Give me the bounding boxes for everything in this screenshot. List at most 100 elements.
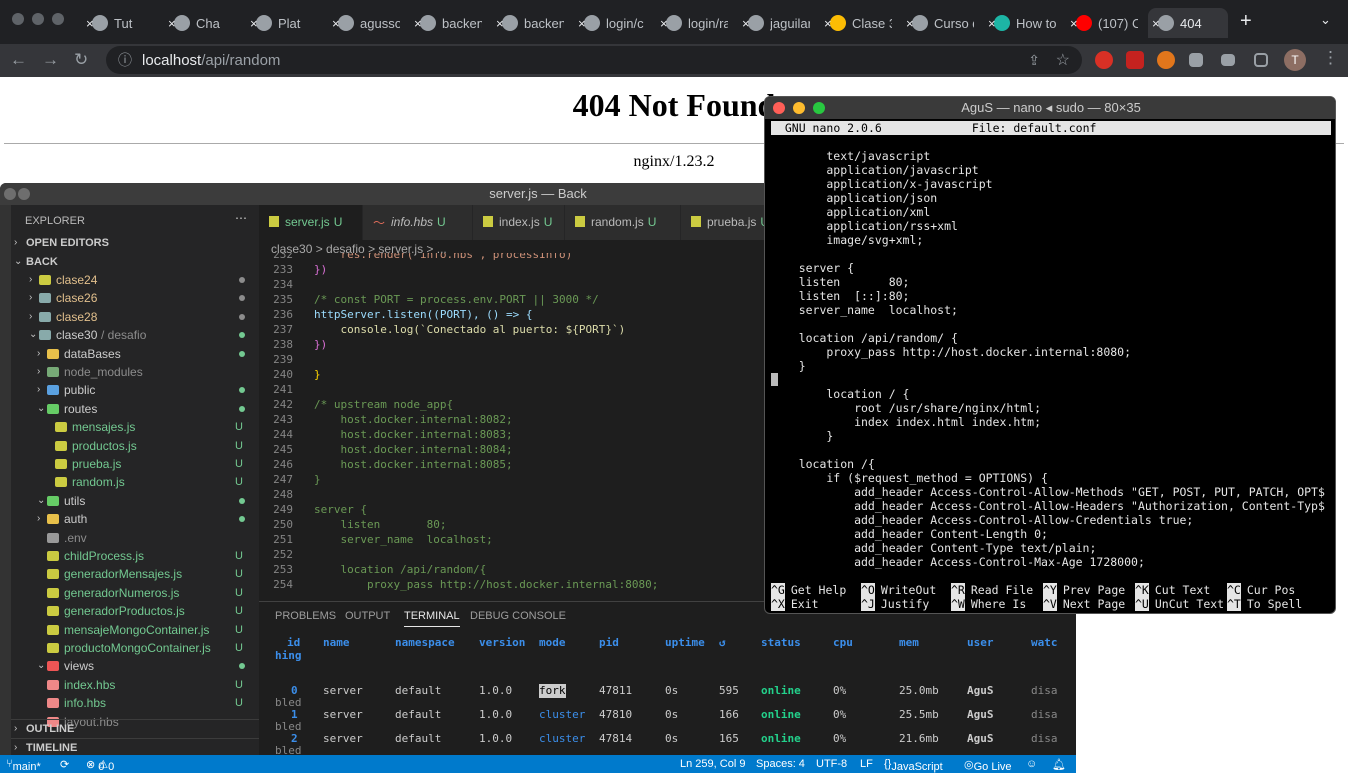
tab-close-icon[interactable]: × <box>1070 16 1078 31</box>
browser-tab[interactable]: (107) C × <box>1066 8 1146 38</box>
tab-close-icon[interactable]: × <box>86 16 94 31</box>
back-icon[interactable]: ← <box>10 50 27 70</box>
explorer-item[interactable]: random.js U <box>11 473 259 491</box>
branch-status[interactable]: ⑂ main* <box>6 758 41 773</box>
explorer-item[interactable]: .env <box>11 529 259 547</box>
browser-tab[interactable]: backen × <box>410 8 490 38</box>
editor-tab[interactable]: 〜 info.hbs U <box>363 205 473 240</box>
explorer-item[interactable]: › node_modules <box>11 363 259 381</box>
extension-play-icon[interactable] <box>1126 51 1144 69</box>
explorer-item[interactable]: mensajeMongoContainer.js U <box>11 621 259 639</box>
explorer-more-icon[interactable]: ⋯ <box>235 211 247 225</box>
open-editors-section[interactable]: › OPEN EDITORS <box>11 234 259 252</box>
browser-tab[interactable]: agusso × <box>328 8 408 38</box>
tab-close-icon[interactable]: × <box>824 16 832 31</box>
editor-tab[interactable]: server.js U <box>259 205 363 240</box>
eol-status[interactable]: LF <box>860 758 873 770</box>
profile-avatar[interactable]: T <box>1284 49 1306 71</box>
explorer-item[interactable]: generadorMensajes.js U <box>11 565 259 583</box>
tab-close-icon[interactable]: × <box>1152 16 1160 31</box>
panel-tab[interactable]: TERMINAL <box>404 610 460 627</box>
tab-search-icon[interactable]: ⌄ <box>1320 12 1331 28</box>
explorer-item[interactable]: › auth <box>11 510 259 528</box>
sync-icon[interactable]: ⟳ <box>60 758 69 771</box>
explorer-item[interactable]: index.hbs U <box>11 676 259 694</box>
metamask-icon[interactable] <box>1157 51 1175 69</box>
editor-tab[interactable]: index.js U <box>473 205 565 240</box>
terminal-close-button[interactable] <box>773 102 785 114</box>
browser-tab[interactable]: Tut × <box>82 8 162 38</box>
explorer-item[interactable]: › clase28 <box>11 308 259 326</box>
panel-tab[interactable]: DEBUG CONSOLE <box>470 610 566 622</box>
tab-close-icon[interactable]: × <box>168 16 176 31</box>
panel-tab[interactable]: OUTPUT <box>345 610 390 622</box>
extensions-puzzle-icon[interactable] <box>1189 53 1203 67</box>
extension-red-icon[interactable] <box>1095 51 1113 69</box>
browser-tab[interactable]: Cha × <box>164 8 244 38</box>
explorer-item[interactable]: productoMongoContainer.js U <box>11 639 259 657</box>
explorer-item[interactable]: childProcess.js U <box>11 547 259 565</box>
terminal-minimize-button[interactable] <box>793 102 805 114</box>
browser-tab[interactable]: 404 × <box>1148 8 1228 38</box>
browser-tab[interactable]: Plat × <box>246 8 326 38</box>
explorer-item[interactable]: prueba.js U <box>11 455 259 473</box>
explorer-item[interactable]: › clase26 <box>11 289 259 307</box>
explorer-item[interactable]: ⌄ utils <box>11 492 259 510</box>
site-info-icon[interactable]: ⓘ <box>118 50 132 70</box>
editor-tab[interactable]: random.js U <box>565 205 681 240</box>
language-mode[interactable]: {} JavaScript <box>884 758 943 773</box>
explorer-item[interactable]: ⌄ clase30/ desafio <box>11 326 259 344</box>
bookmark-star-icon[interactable]: ☆ <box>1056 50 1070 70</box>
tab-close-icon[interactable]: × <box>988 16 996 31</box>
explorer-item[interactable]: ⌄ routes <box>11 400 259 418</box>
feedback-icon[interactable]: ☺ <box>1026 758 1037 770</box>
cursor-position[interactable]: Ln 259, Col 9 <box>680 758 745 770</box>
explorer-item[interactable]: productos.js U <box>11 437 259 455</box>
notifications-bell-icon[interactable]: 🔔︎ <box>1052 758 1066 771</box>
browser-tab[interactable]: Curso d × <box>902 8 982 38</box>
reading-list-icon[interactable] <box>1221 54 1235 66</box>
browser-tab[interactable]: jaguilar × <box>738 8 818 38</box>
explorer-item[interactable]: › public <box>11 381 259 399</box>
tab-close-icon[interactable]: × <box>906 16 914 31</box>
vscode-minimize-button[interactable] <box>18 188 30 200</box>
outline-section[interactable]: › OUTLINE <box>11 719 259 737</box>
browser-tab[interactable]: login/c × <box>574 8 654 38</box>
tab-close-icon[interactable]: × <box>414 16 422 31</box>
menu-kebab-icon[interactable]: ⋮ <box>1322 48 1339 68</box>
explorer-item[interactable]: info.hbs U <box>11 694 259 712</box>
go-live-button[interactable]: ◎ Go Live <box>964 758 1012 773</box>
tab-close-icon[interactable]: × <box>332 16 340 31</box>
root-folder[interactable]: ⌄ BACK <box>11 253 259 271</box>
encoding-status[interactable]: UTF-8 <box>816 758 847 770</box>
panel-tab[interactable]: PROBLEMS <box>275 610 336 622</box>
side-panel-icon[interactable] <box>1254 53 1268 67</box>
tab-close-icon[interactable]: × <box>578 16 586 31</box>
tab-close-icon[interactable]: × <box>660 16 668 31</box>
vscode-close-button[interactable] <box>4 188 16 200</box>
terminal-zoom-button[interactable] <box>813 102 825 114</box>
forward-icon[interactable]: → <box>42 50 59 70</box>
browser-tab[interactable]: backen × <box>492 8 572 38</box>
explorer-item[interactable]: generadorProductos.js U <box>11 602 259 620</box>
window-zoom-button[interactable] <box>52 13 64 25</box>
reload-icon[interactable]: ↻ <box>74 50 88 70</box>
indentation-status[interactable]: Spaces: 4 <box>756 758 805 770</box>
explorer-item[interactable]: › dataBases <box>11 345 259 363</box>
browser-tab[interactable]: Clase 3 × <box>820 8 900 38</box>
browser-tab[interactable]: login/ra × <box>656 8 736 38</box>
explorer-item[interactable]: generadorNumeros.js U <box>11 584 259 602</box>
timeline-section[interactable]: › TIMELINE <box>11 738 259 755</box>
new-tab-icon[interactable]: + <box>1240 10 1252 33</box>
address-bar[interactable]: ⓘ localhost/api/random ⇪ ☆ <box>106 46 1082 74</box>
tab-close-icon[interactable]: × <box>742 16 750 31</box>
window-minimize-button[interactable] <box>32 13 44 25</box>
tab-close-icon[interactable]: × <box>250 16 258 31</box>
window-close-button[interactable] <box>12 13 24 25</box>
browser-tab[interactable]: How to × <box>984 8 1064 38</box>
tab-close-icon[interactable]: × <box>496 16 504 31</box>
explorer-item[interactable]: mensajes.js U <box>11 418 259 436</box>
explorer-item[interactable]: ⌄ views <box>11 657 259 675</box>
share-icon[interactable]: ⇪ <box>1028 52 1040 69</box>
explorer-item[interactable]: › clase24 <box>11 271 259 289</box>
